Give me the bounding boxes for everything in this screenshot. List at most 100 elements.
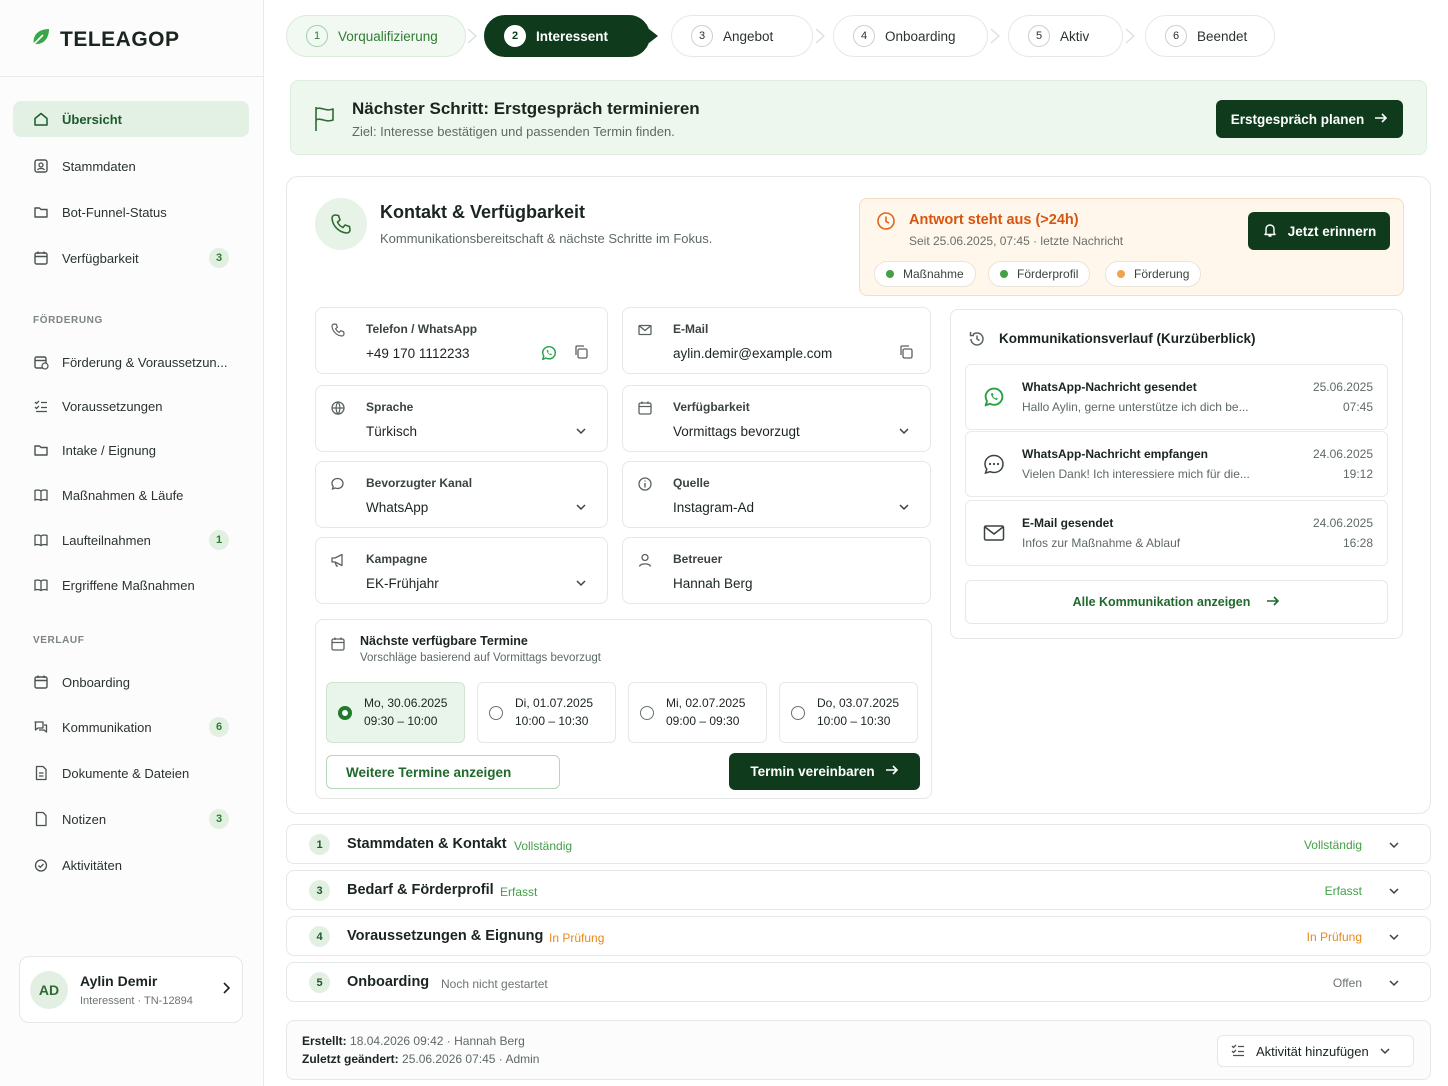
meta-footer: Erstellt: 18.04.2026 09:42 · Hannah Berg… <box>286 1020 1431 1080</box>
comm-item-time: 07:45 <box>1342 400 1373 414</box>
logo[interactable]: TELEAGOP <box>30 26 180 54</box>
created-info: Erstellt: 18.04.2026 09:42 · Hannah Berg <box>302 1034 525 1048</box>
step-label: Aktiv <box>1060 28 1090 44</box>
sidebar-item-label: Stammdaten <box>62 158 136 174</box>
step-onboarding[interactable]: 4 Onboarding <box>833 15 988 57</box>
book-appointment-button[interactable]: Termin vereinbaren <box>729 753 920 790</box>
mail-icon <box>982 521 1006 545</box>
comm-item-date: 24.06.2025 <box>1312 516 1373 530</box>
sidebar-item-uebersicht[interactable]: Übersicht <box>13 101 249 137</box>
count-badge: 3 <box>209 248 229 268</box>
sidebar-item-verfuegbarkeit[interactable]: Verfügbarkeit 3 <box>13 240 249 276</box>
step-beendet[interactable]: 6 Beendet <box>1145 15 1275 57</box>
field-label: Bevorzugter Kanal <box>366 476 473 490</box>
phone-field[interactable]: Telefon / WhatsApp +49 170 1112233 <box>315 307 608 374</box>
field-value: Hannah Berg <box>673 576 753 591</box>
sidebar-item-onboarding[interactable]: Onboarding <box>13 664 249 700</box>
sidebar-item-notizen[interactable]: Notizen 3 <box>13 801 249 837</box>
status-dot <box>1000 270 1008 278</box>
accordion-onboarding[interactable]: 5 Onboarding Noch nicht gestartet Offen <box>286 962 1431 1002</box>
remind-now-button[interactable]: Jetzt erinnern <box>1248 212 1390 250</box>
slot-option[interactable]: Di, 01.07.2025 10:00 – 10:30 <box>477 682 616 743</box>
accordion-status: In Prüfung <box>549 931 605 945</box>
channel-select[interactable]: Bevorzugter Kanal WhatsApp <box>315 461 608 528</box>
add-activity-dropdown[interactable]: Aktivität hinzufügen <box>1217 1035 1414 1067</box>
comm-item[interactable]: WhatsApp-Nachricht gesendet Hallo Aylin,… <box>965 364 1388 430</box>
all-communication-link[interactable]: Alle Kommunikation anzeigen <box>965 580 1388 624</box>
field-label: Sprache <box>366 400 414 414</box>
section-title: Kontakt & Verfügbarkeit <box>380 202 586 222</box>
slot-option[interactable]: Mi, 02.07.2025 09:00 – 09:30 <box>628 682 767 743</box>
plan-erstgespraech-button[interactable]: Erstgespräch planen <box>1216 100 1403 138</box>
sidebar-item-dokumente[interactable]: Dokumente & Dateien <box>13 755 249 791</box>
sidebar-item-intake[interactable]: Intake / Eignung <box>13 432 249 468</box>
count-badge: 6 <box>209 717 229 737</box>
sidebar-item-ergriffene-massnahmen[interactable]: Ergriffene Maßnahmen <box>13 567 249 603</box>
comm-item[interactable]: WhatsApp-Nachricht empfangen Vielen Dank… <box>965 431 1388 497</box>
accordion-status: Erfasst <box>500 885 538 899</box>
clock-icon <box>876 211 896 234</box>
accordion-bedarf[interactable]: 3 Bedarf & Förderprofil Erfasst Erfasst <box>286 870 1431 910</box>
step-label: Angebot <box>723 28 774 44</box>
sidebar-item-stammdaten[interactable]: Stammdaten <box>13 148 249 184</box>
sidebar-item-kommunikation[interactable]: Kommunikation 6 <box>13 709 249 745</box>
step-number: 6 <box>1165 25 1187 47</box>
comm-item[interactable]: E-Mail gesendet Infos zur Maßnahme & Abl… <box>965 500 1388 566</box>
copy-icon[interactable] <box>573 344 591 362</box>
comm-item-preview: Vielen Dank! Ich interessiere mich für d… <box>1022 467 1250 481</box>
alert-title: Antwort steht aus (>24h) <box>909 212 1079 228</box>
note-icon <box>33 811 49 827</box>
user-card[interactable]: AD Aylin Demir Interessent · TN-12894 <box>19 956 243 1023</box>
phone-icon <box>330 322 346 338</box>
whatsapp-icon[interactable] <box>540 344 558 362</box>
accordion-status: Vollständig <box>514 839 573 853</box>
more-slots-button[interactable]: Weitere Termine anzeigen <box>326 755 560 789</box>
step-interessent[interactable]: 2 Interessent <box>484 15 650 57</box>
count-badge: 3 <box>209 809 229 829</box>
availability-select[interactable]: Verfügbarkeit Vormittags bevorzugt <box>622 385 931 452</box>
source-select[interactable]: Quelle Instagram-Ad <box>622 461 931 528</box>
accordion-voraussetzungen[interactable]: 4 Voraussetzungen & Eignung In Prüfung I… <box>286 916 1431 956</box>
sidebar-item-label: Verfügbarkeit <box>62 250 139 266</box>
sidebar-item-label: Förderung & Voraussetzun... <box>62 354 228 370</box>
chevron-down-icon <box>575 576 587 591</box>
changed-value: 25.06.2026 07:45 · Admin <box>402 1052 540 1066</box>
step-vorqualifizierung[interactable]: 1 Vorqualifizierung <box>286 15 466 57</box>
copy-icon[interactable] <box>898 344 916 362</box>
comm-item-preview: Infos zur Maßnahme & Ablauf <box>1022 536 1181 550</box>
chip-massnahme: Maßnahme <box>874 261 976 287</box>
field-label: Telefon / WhatsApp <box>366 322 478 336</box>
slot-option[interactable]: Mo, 30.06.2025 09:30 – 10:00 <box>326 682 465 743</box>
sidebar-item-label: Übersicht <box>62 111 122 127</box>
step-aktiv[interactable]: 5 Aktiv <box>1008 15 1123 57</box>
comm-item-title: E-Mail gesendet <box>1022 516 1114 530</box>
email-field[interactable]: E-Mail aylin.demir@example.com <box>622 307 931 374</box>
book-icon <box>33 487 49 503</box>
step-number: 2 <box>504 25 526 47</box>
slot-date: Mi, 02.07.2025 <box>666 696 746 710</box>
sidebar-item-foerderung[interactable]: Förderung & Voraussetzun... <box>13 344 249 380</box>
sidebar-item-aktivitaeten[interactable]: Aktivitäten <box>13 847 249 883</box>
accordion-stammdaten[interactable]: 1 Stammdaten & Kontakt Vollständig Volls… <box>286 824 1431 864</box>
step-arrow-icon <box>1125 28 1135 44</box>
count-badge: 1 <box>209 530 229 550</box>
sidebar-item-massnahmen[interactable]: Maßnahmen & Läufe <box>13 477 249 513</box>
sidebar-item-voraussetzungen[interactable]: Voraussetzungen <box>13 388 249 424</box>
folder-icon <box>33 442 49 458</box>
step-label: Vorqualifizierung <box>338 28 438 44</box>
sidebar-item-label: Voraussetzungen <box>62 398 163 414</box>
slot-date: Mo, 30.06.2025 <box>364 696 448 710</box>
sidebar-item-bot-funnel[interactable]: Bot-Funnel-Status <box>13 194 249 230</box>
campaign-select[interactable]: Kampagne EK-Frühjahr <box>315 537 608 604</box>
slots-title: Nächste verfügbare Termine <box>360 634 528 648</box>
sidebar-item-laufteilnahmen[interactable]: Laufteilnahmen 1 <box>13 522 249 558</box>
slot-date: Di, 01.07.2025 <box>515 696 594 710</box>
language-select[interactable]: Sprache Türkisch <box>315 385 608 452</box>
section-number: 4 <box>309 926 330 947</box>
book-icon <box>33 577 49 593</box>
chip-foerderung: Förderung <box>1105 261 1202 287</box>
slot-option[interactable]: Do, 03.07.2025 10:00 – 10:30 <box>779 682 918 743</box>
field-value: EK-Frühjahr <box>366 576 439 591</box>
step-label: Interessent <box>536 28 609 44</box>
step-angebot[interactable]: 3 Angebot <box>671 15 813 57</box>
